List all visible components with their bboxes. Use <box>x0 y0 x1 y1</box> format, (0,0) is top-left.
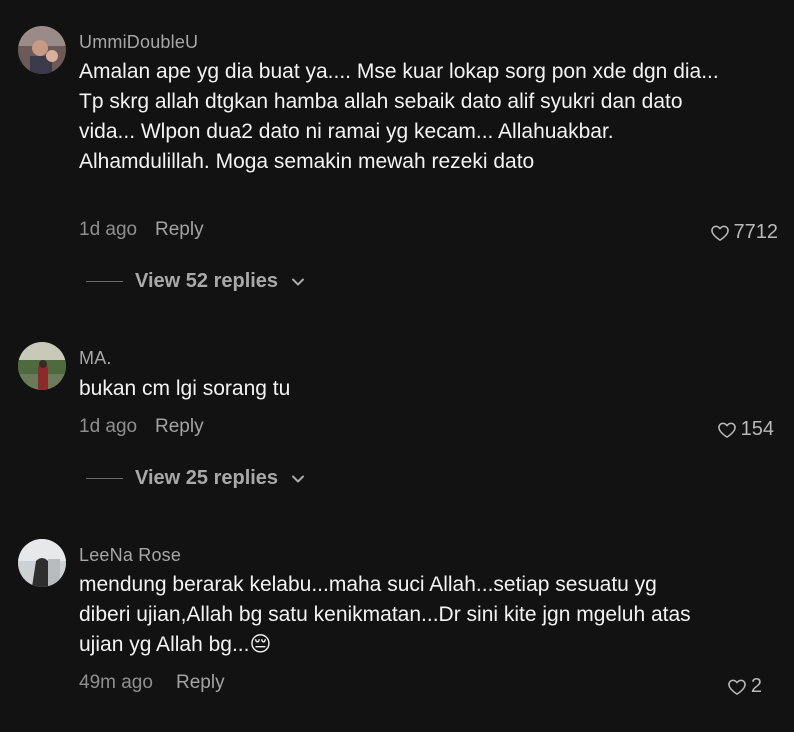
avatar-image <box>18 539 66 587</box>
like-button[interactable]: 2 <box>727 675 762 698</box>
like-count: 2 <box>750 675 762 697</box>
avatar[interactable] <box>18 539 66 587</box>
comment-text: mendung berarak kelabu...maha suci Allah… <box>79 573 691 656</box>
comment-item: LeeNa Rose mendung berarak kelabu...maha… <box>0 0 794 732</box>
heart-outline-icon <box>728 679 746 695</box>
username[interactable]: LeeNa Rose <box>79 545 181 566</box>
reply-button[interactable]: Reply <box>176 672 225 694</box>
comment-time: 49m ago <box>79 672 153 693</box>
